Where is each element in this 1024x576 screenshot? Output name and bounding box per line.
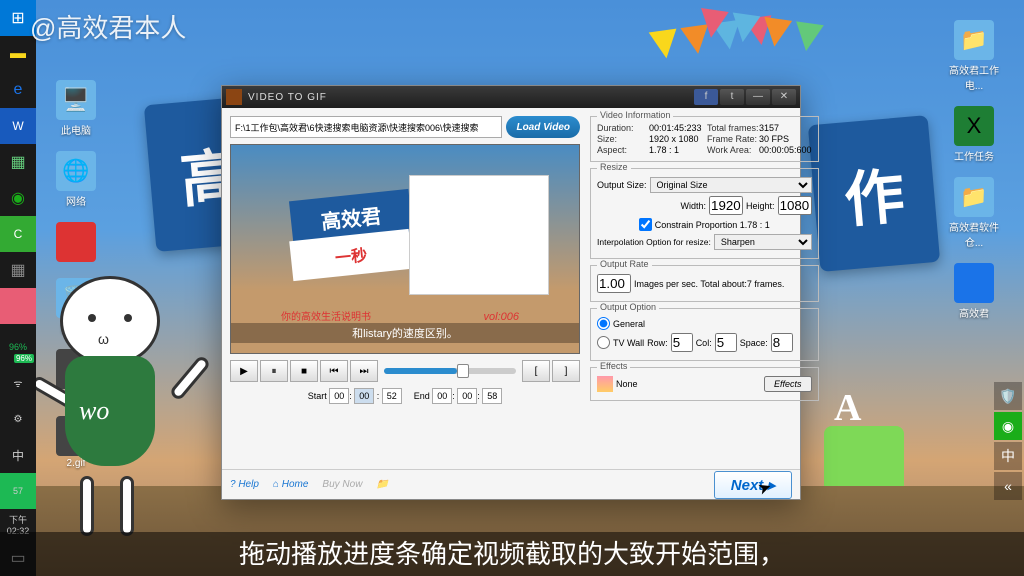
- twitter-icon[interactable]: t: [720, 89, 744, 105]
- effects-legend: Effects: [597, 361, 630, 371]
- side-widgets: 🛡️ ◉ 中 «: [992, 380, 1024, 502]
- video-subtitle: 拖动播放进度条确定视频截取的大致开始范围，: [0, 532, 1024, 576]
- rate-input[interactable]: [597, 274, 631, 293]
- taskbar: ⊞ ▬ e W ▦ ◉ C ▦ 96% ᯤ ⚙ 中 57 下午 02:32 ▭: [0, 0, 36, 576]
- rate-legend: Output Rate: [597, 259, 652, 269]
- start-h[interactable]: [329, 388, 349, 404]
- buy-link[interactable]: Buy Now: [322, 479, 362, 490]
- tray-icon-1[interactable]: ᯤ: [0, 365, 36, 401]
- tvwall-radio[interactable]: [597, 336, 610, 349]
- end-m[interactable]: [457, 388, 477, 404]
- wallpaper-banner-right: 作: [808, 115, 940, 272]
- col-input[interactable]: [715, 333, 737, 352]
- widget-wechat[interactable]: ◉: [994, 412, 1022, 440]
- window-title: VIDEO TO GIF: [248, 92, 692, 103]
- desktop-icon-r1[interactable]: 📁高效君工作电...: [944, 20, 1004, 92]
- effect-value: None: [616, 379, 761, 389]
- desktop-icon-network[interactable]: 🌐网络: [46, 151, 106, 208]
- widget-ime[interactable]: 中: [994, 442, 1022, 470]
- end-s[interactable]: [482, 388, 502, 404]
- minimize-button[interactable]: —: [746, 89, 770, 105]
- left-pane: Load Video 高效君 一秒 你的高效生活说明书 vol:006 和lis…: [230, 116, 580, 461]
- preview-subtitle: 和listary的速度区别。: [231, 323, 579, 343]
- taskbar-icon-app2[interactable]: ▦: [0, 252, 36, 288]
- effects-group: Effects None Effects: [590, 367, 819, 401]
- output-rate-group: Output Rate Images per sec. Total about:…: [590, 265, 819, 302]
- desktop-icon-r2[interactable]: X工作任务: [944, 106, 1004, 163]
- tray-icon-2[interactable]: ⚙: [0, 401, 36, 437]
- home-link[interactable]: ⌂ Home: [273, 479, 309, 490]
- taskbar-icon-camtasia[interactable]: C: [0, 216, 36, 252]
- constrain-checkbox[interactable]: [639, 218, 652, 231]
- resize-group: Resize Output Size:Original Size Width:H…: [590, 168, 819, 259]
- video-path-input[interactable]: [230, 116, 502, 138]
- stop-button[interactable]: ■: [290, 360, 318, 382]
- general-radio[interactable]: [597, 317, 610, 330]
- width-input[interactable]: [709, 196, 743, 215]
- desktop-icon-thispc[interactable]: 🖥️此电脑: [46, 80, 106, 137]
- next-button[interactable]: Next ▸: [714, 471, 792, 499]
- desktop-icons-right: 📁高效君工作电... X工作任务 📁高效君软件仓... 高效君: [944, 20, 1004, 326]
- facebook-icon[interactable]: f: [694, 89, 718, 105]
- constrain-label: Constrain Proportion 1.78 : 1: [655, 220, 770, 230]
- end-h[interactable]: [432, 388, 452, 404]
- load-video-button[interactable]: Load Video: [506, 116, 580, 138]
- right-pane: Video Information Duration:00:01:45:233T…: [590, 116, 819, 461]
- taskbar-icon-app3[interactable]: [0, 288, 36, 324]
- video-info-group: Video Information Duration:00:01:45:233T…: [590, 116, 819, 162]
- folder-link[interactable]: 📁: [376, 479, 388, 490]
- mark-start-button[interactable]: [: [522, 360, 550, 382]
- interp-label: Interpolation Option for resize:: [597, 237, 711, 247]
- widget-caret[interactable]: «: [994, 472, 1022, 500]
- seek-slider[interactable]: [384, 368, 516, 374]
- widget-shield[interactable]: 🛡️: [994, 382, 1022, 410]
- preview-red-text: 你的高效生活说明书: [281, 308, 371, 323]
- end-label: End: [414, 391, 430, 401]
- mark-end-button[interactable]: ]: [552, 360, 580, 382]
- next-frame-button[interactable]: ⏭: [350, 360, 378, 382]
- desktop-icon-app[interactable]: [46, 222, 106, 264]
- space-input[interactable]: [771, 333, 793, 352]
- titlebar[interactable]: VIDEO TO GIF f t — ✕: [222, 86, 800, 108]
- height-input[interactable]: [778, 196, 812, 215]
- video-watermark: @高效君本人: [30, 8, 186, 45]
- prev-button[interactable]: ⏮: [320, 360, 348, 382]
- preview-vol: vol:006: [484, 311, 519, 323]
- effects-button[interactable]: Effects: [764, 376, 812, 392]
- rate-text: Images per sec. Total about:7 frames.: [634, 279, 784, 289]
- cartoon-character: ω wo: [40, 276, 210, 556]
- start-m[interactable]: [354, 388, 374, 404]
- output-size-label: Output Size:: [597, 180, 647, 190]
- taskbar-icon-app1[interactable]: ▦: [0, 144, 36, 180]
- video-preview[interactable]: 高效君 一秒 你的高效生活说明书 vol:006 和listary的速度区别。: [230, 144, 580, 354]
- desktop-icon-r4[interactable]: 高效君: [944, 263, 1004, 320]
- output-size-select[interactable]: Original Size: [650, 177, 812, 193]
- option-legend: Output Option: [597, 302, 659, 312]
- tray-notifications[interactable]: 57: [0, 473, 36, 509]
- pause-button[interactable]: ⏸: [260, 360, 288, 382]
- start-label: Start: [308, 391, 327, 401]
- player-controls: ▶ ⏸ ■ ⏮ ⏭ [ ]: [230, 360, 580, 382]
- close-button[interactable]: ✕: [772, 89, 796, 105]
- effect-thumb-icon: [597, 376, 613, 392]
- desktop-icon-r3[interactable]: 📁高效君软件仓...: [944, 177, 1004, 249]
- app-window: VIDEO TO GIF f t — ✕ Load Video 高效君 一秒 你…: [221, 85, 801, 500]
- preview-explorer-window: [409, 175, 549, 295]
- taskbar-icon-wechat[interactable]: ◉: [0, 180, 36, 216]
- resize-legend: Resize: [597, 162, 631, 172]
- row-input[interactable]: [671, 333, 693, 352]
- window-footer: ? Help ⌂ Home Buy Now 📁 Next ▸: [222, 469, 800, 499]
- interp-select[interactable]: Sharpen: [714, 234, 812, 250]
- start-s[interactable]: [382, 388, 402, 404]
- play-button[interactable]: ▶: [230, 360, 258, 382]
- info-legend: Video Information: [597, 110, 673, 120]
- app-logo-icon: [226, 89, 242, 105]
- time-inputs: Start : : End : :: [230, 388, 580, 404]
- battery-indicator[interactable]: 96%: [0, 329, 36, 365]
- taskbar-icon-edge[interactable]: e: [0, 72, 36, 108]
- tray-ime[interactable]: 中: [0, 437, 36, 473]
- output-option-group: Output Option General TV Wall Row: Col: …: [590, 308, 819, 361]
- taskbar-icon-word[interactable]: W: [0, 108, 36, 144]
- help-link[interactable]: ? Help: [230, 479, 259, 490]
